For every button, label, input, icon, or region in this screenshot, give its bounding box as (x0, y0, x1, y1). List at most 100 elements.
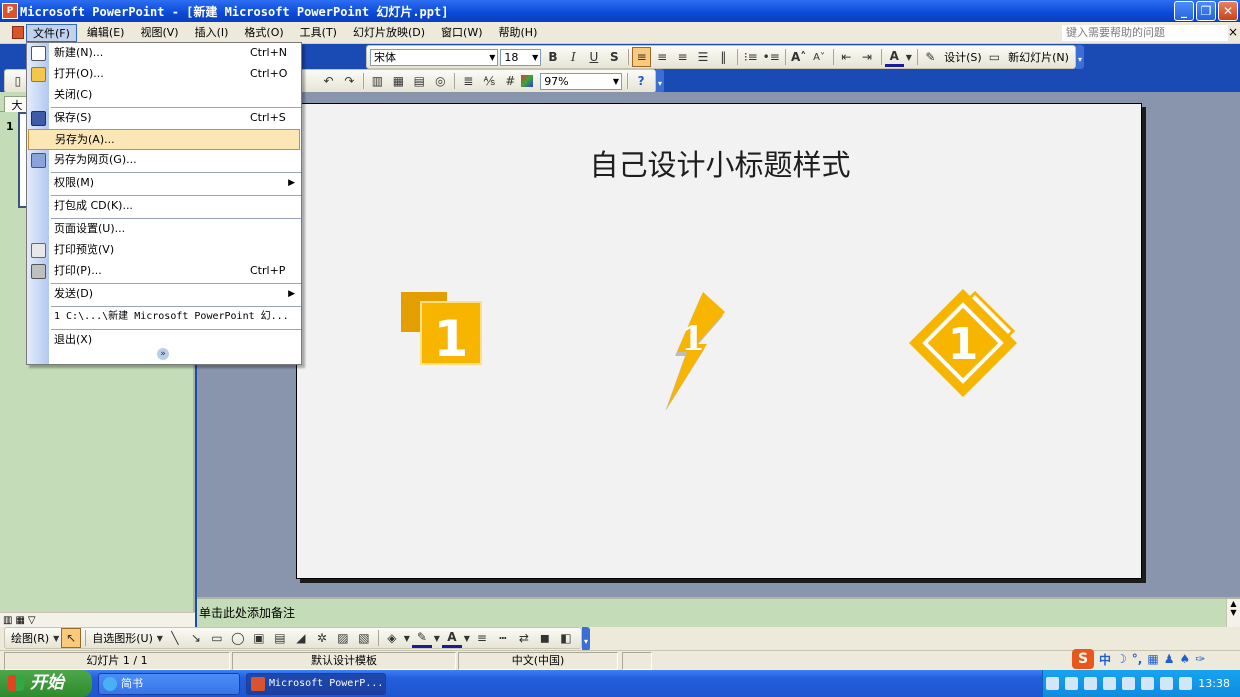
expand-all-icon[interactable]: ≣ (458, 71, 478, 91)
menu-item-recent-file[interactable]: 1 C:\...\新建 Microsoft PowerPoint 幻... (28, 307, 300, 328)
dash-style-icon[interactable]: ┅ (493, 628, 513, 648)
decrease-font-icon[interactable]: A˅ (809, 47, 828, 67)
menu-item-save-as-web[interactable]: 另存为网页(G)... (28, 150, 300, 171)
new-slide-icon[interactable]: ▭ (985, 47, 1004, 67)
menu-item-save-as[interactable]: 另存为(A)... (28, 129, 300, 150)
menu-item-send[interactable]: 发送(D) ▶ (28, 284, 300, 305)
punctuation-icon[interactable]: °, (1132, 652, 1143, 666)
diagram-icon[interactable]: ✲ (312, 628, 332, 648)
security-shield-icon[interactable] (1179, 677, 1193, 690)
menu-slideshow[interactable]: 幻灯片放映(D) (347, 24, 431, 42)
document-close-icon[interactable]: × (1228, 25, 1238, 39)
select-pointer-icon[interactable]: ↖ (61, 628, 82, 648)
align-right-icon[interactable]: ≡ (673, 47, 692, 67)
menu-item-page-setup[interactable]: 页面设置(U)... (28, 219, 300, 240)
increase-font-icon[interactable]: A˄ (789, 47, 808, 67)
hyperlink-icon[interactable]: ◎ (430, 71, 450, 91)
restore-button[interactable]: ❐ (1196, 1, 1216, 21)
text-box-icon[interactable]: ▣ (249, 628, 269, 648)
italic-button[interactable]: I (564, 47, 583, 67)
shirt-icon[interactable]: ♠ (1179, 652, 1190, 666)
oval-icon[interactable]: ◯ (228, 628, 248, 648)
shadow-button[interactable]: S (605, 47, 624, 67)
menu-item-close[interactable]: 关闭(C) (28, 85, 300, 106)
menu-item-package-cd[interactable]: 打包成 CD(K)... (28, 196, 300, 217)
menu-file[interactable]: 文件(F) (26, 23, 77, 42)
3d-style-icon[interactable]: ◧ (556, 628, 576, 648)
menu-item-print-preview[interactable]: 打印预览(V) (28, 240, 300, 261)
bold-button[interactable]: B (543, 47, 562, 67)
network-icon[interactable] (1084, 677, 1098, 690)
clip-art-icon[interactable]: ▨ (333, 628, 353, 648)
menu-item-new[interactable]: 新建(N)... Ctrl+N (28, 43, 300, 64)
volume-icon[interactable] (1103, 677, 1117, 690)
redo-icon[interactable]: ↷ (339, 71, 359, 91)
draw-menu-button[interactable]: 绘图(R) (11, 630, 49, 646)
start-button[interactable]: 开始 (0, 670, 92, 697)
line-icon[interactable]: ╲ (165, 628, 185, 648)
toolbar-options-icon[interactable]: ▾ (656, 69, 664, 93)
chevron-down-icon[interactable]: ▼ (463, 628, 471, 648)
show-grid-icon[interactable]: # (500, 71, 520, 91)
numbered-list-icon[interactable]: ⁝≡ (741, 47, 760, 67)
chat-icon[interactable] (1141, 677, 1155, 690)
underline-button[interactable]: U (584, 47, 603, 67)
chevron-down-icon[interactable]: ▼ (52, 628, 60, 648)
align-left-icon[interactable]: ≡ (631, 47, 652, 67)
title-bar[interactable]: P Microsoft PowerPoint - [新建 Microsoft P… (0, 0, 1240, 22)
chevron-down-icon[interactable]: ▼ (403, 628, 411, 648)
document-icon[interactable] (12, 25, 24, 39)
insert-table-icon[interactable]: ▦ (388, 71, 408, 91)
menu-item-save[interactable]: 保存(S) Ctrl+S (28, 108, 300, 129)
line-color-icon[interactable]: ✎ (411, 628, 432, 648)
undo-icon[interactable]: ↶ (318, 71, 338, 91)
user-icon[interactable]: ♟ (1164, 652, 1175, 666)
fill-color-icon[interactable]: ◈ (382, 628, 402, 648)
autoshapes-button[interactable]: 自选图形(U) (92, 630, 153, 646)
decrease-indent-icon[interactable]: ⇤ (837, 47, 856, 67)
color-grayscale-icon[interactable] (521, 75, 534, 87)
ime-mode-toggle[interactable]: 中 (1099, 651, 1111, 668)
notes-pane[interactable]: 单击此处添加备注 ▲ ▼ (197, 597, 1240, 627)
sogou-ime-icon[interactable]: S (1072, 649, 1094, 669)
taskbar-item-powerpoint[interactable]: Microsoft PowerP... (246, 673, 386, 695)
chevron-down-icon[interactable]: ▼ (156, 628, 164, 648)
design-button[interactable]: 设计(S) (944, 49, 982, 65)
tables-borders-icon[interactable]: ▤ (409, 71, 429, 91)
menu-format[interactable]: 格式(O) (238, 24, 289, 42)
number-square-icon[interactable]: 1 (399, 290, 483, 370)
normal-view-icon[interactable]: ▥ (3, 615, 12, 626)
notes-placeholder[interactable]: 单击此处添加备注 (199, 604, 295, 621)
help-tray-icon[interactable] (1065, 677, 1079, 690)
line-style-icon[interactable]: ≡ (472, 628, 492, 648)
toolbar-options-icon[interactable]: ▾ (582, 627, 590, 651)
toolbar-options-icon[interactable]: ▾ (1076, 45, 1084, 69)
slide-title[interactable]: 自己设计小标题样式 (297, 142, 1143, 184)
menu-item-print[interactable]: 打印(P)... Ctrl+P (28, 261, 300, 282)
slide-canvas[interactable]: 自己设计小标题样式 1 1 1 (296, 103, 1142, 579)
menu-tools[interactable]: 工具(T) (294, 24, 343, 42)
menu-item-open[interactable]: 打开(O)... Ctrl+O (28, 64, 300, 85)
menu-view[interactable]: 视图(V) (134, 24, 184, 42)
arrow-style-icon[interactable]: ⇄ (514, 628, 534, 648)
show-formatting-icon[interactable]: ⅍ (479, 71, 499, 91)
clock[interactable]: 13:38 (1198, 677, 1230, 690)
font-size-combo[interactable]: 18 ▼ (500, 48, 542, 66)
wordart-icon[interactable]: ◢ (291, 628, 311, 648)
keyboard-icon[interactable]: ▦ (1147, 652, 1158, 666)
distribute-icon[interactable]: ‖ (714, 47, 733, 67)
chevron-down-icon[interactable]: ▼ (905, 47, 913, 67)
help-icon[interactable]: ? (631, 71, 651, 91)
moon-icon[interactable]: ☽ (1116, 652, 1127, 666)
shadow-style-icon[interactable]: ◼ (535, 628, 555, 648)
chevron-down-icon[interactable]: ▼ (433, 628, 441, 648)
vertical-text-box-icon[interactable]: ▤ (270, 628, 290, 648)
taskbar-item-jianshu[interactable]: 简书 (98, 673, 240, 695)
new-slide-button[interactable]: 新幻灯片(N) (1008, 49, 1069, 65)
display-icon[interactable] (1160, 677, 1174, 690)
menu-item-permission[interactable]: 权限(M) ▶ (28, 173, 300, 194)
menu-insert[interactable]: 插入(I) (189, 24, 235, 42)
bullet-list-icon[interactable]: •≡ (762, 47, 781, 67)
rectangle-icon[interactable]: ▭ (207, 628, 227, 648)
wrench-icon[interactable]: ✑ (1195, 652, 1205, 666)
